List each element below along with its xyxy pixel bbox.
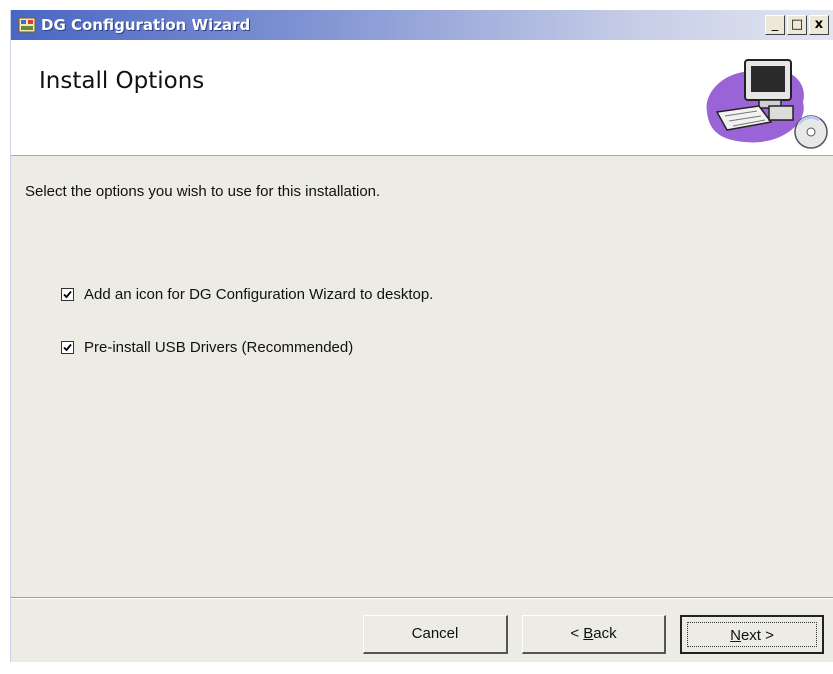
next-rest: ext > [740,627,774,644]
page-title: Install Options [39,68,205,94]
next-focus-ring: Next > [687,622,817,647]
option-desktop-icon[interactable]: Add an icon for DG Configuration Wizard … [61,284,433,304]
computer-cd-icon [706,59,828,149]
app-icon [18,17,36,33]
option-usb-drivers[interactable]: Pre-install USB Drivers (Recommended) [61,337,353,357]
back-rest: ack [593,625,617,642]
next-mnemonic: N [730,627,741,644]
usb-drivers-checkbox[interactable] [61,340,74,354]
desktop-icon-checkbox[interactable] [61,287,74,301]
close-button[interactable]: x [809,15,829,35]
button-separator [11,597,833,599]
checkmark-icon [63,343,72,351]
usb-drivers-label: Pre-install USB Drivers (Recommended) [84,338,354,356]
checkmark-icon [63,290,72,298]
desktop-icon-label: Add an icon for DG Configuration Wizard … [84,285,434,303]
header-band: Install Options [11,40,833,156]
next-button[interactable]: Next > [680,615,824,654]
wizard-window: DG Configuration Wizard _ □ x Install Op… [10,10,833,662]
instruction-text: Select the options you wish to use for t… [25,183,381,200]
back-button[interactable]: < Back [522,615,666,654]
maximize-button[interactable]: □ [787,15,807,35]
back-prefix: < [570,625,584,642]
cancel-button[interactable]: Cancel [363,615,508,654]
minimize-button[interactable]: _ [765,15,785,35]
window-title: DG Configuration Wizard [41,16,251,34]
back-mnemonic: B [583,625,594,642]
title-bar[interactable]: DG Configuration Wizard _ □ x [11,10,833,40]
